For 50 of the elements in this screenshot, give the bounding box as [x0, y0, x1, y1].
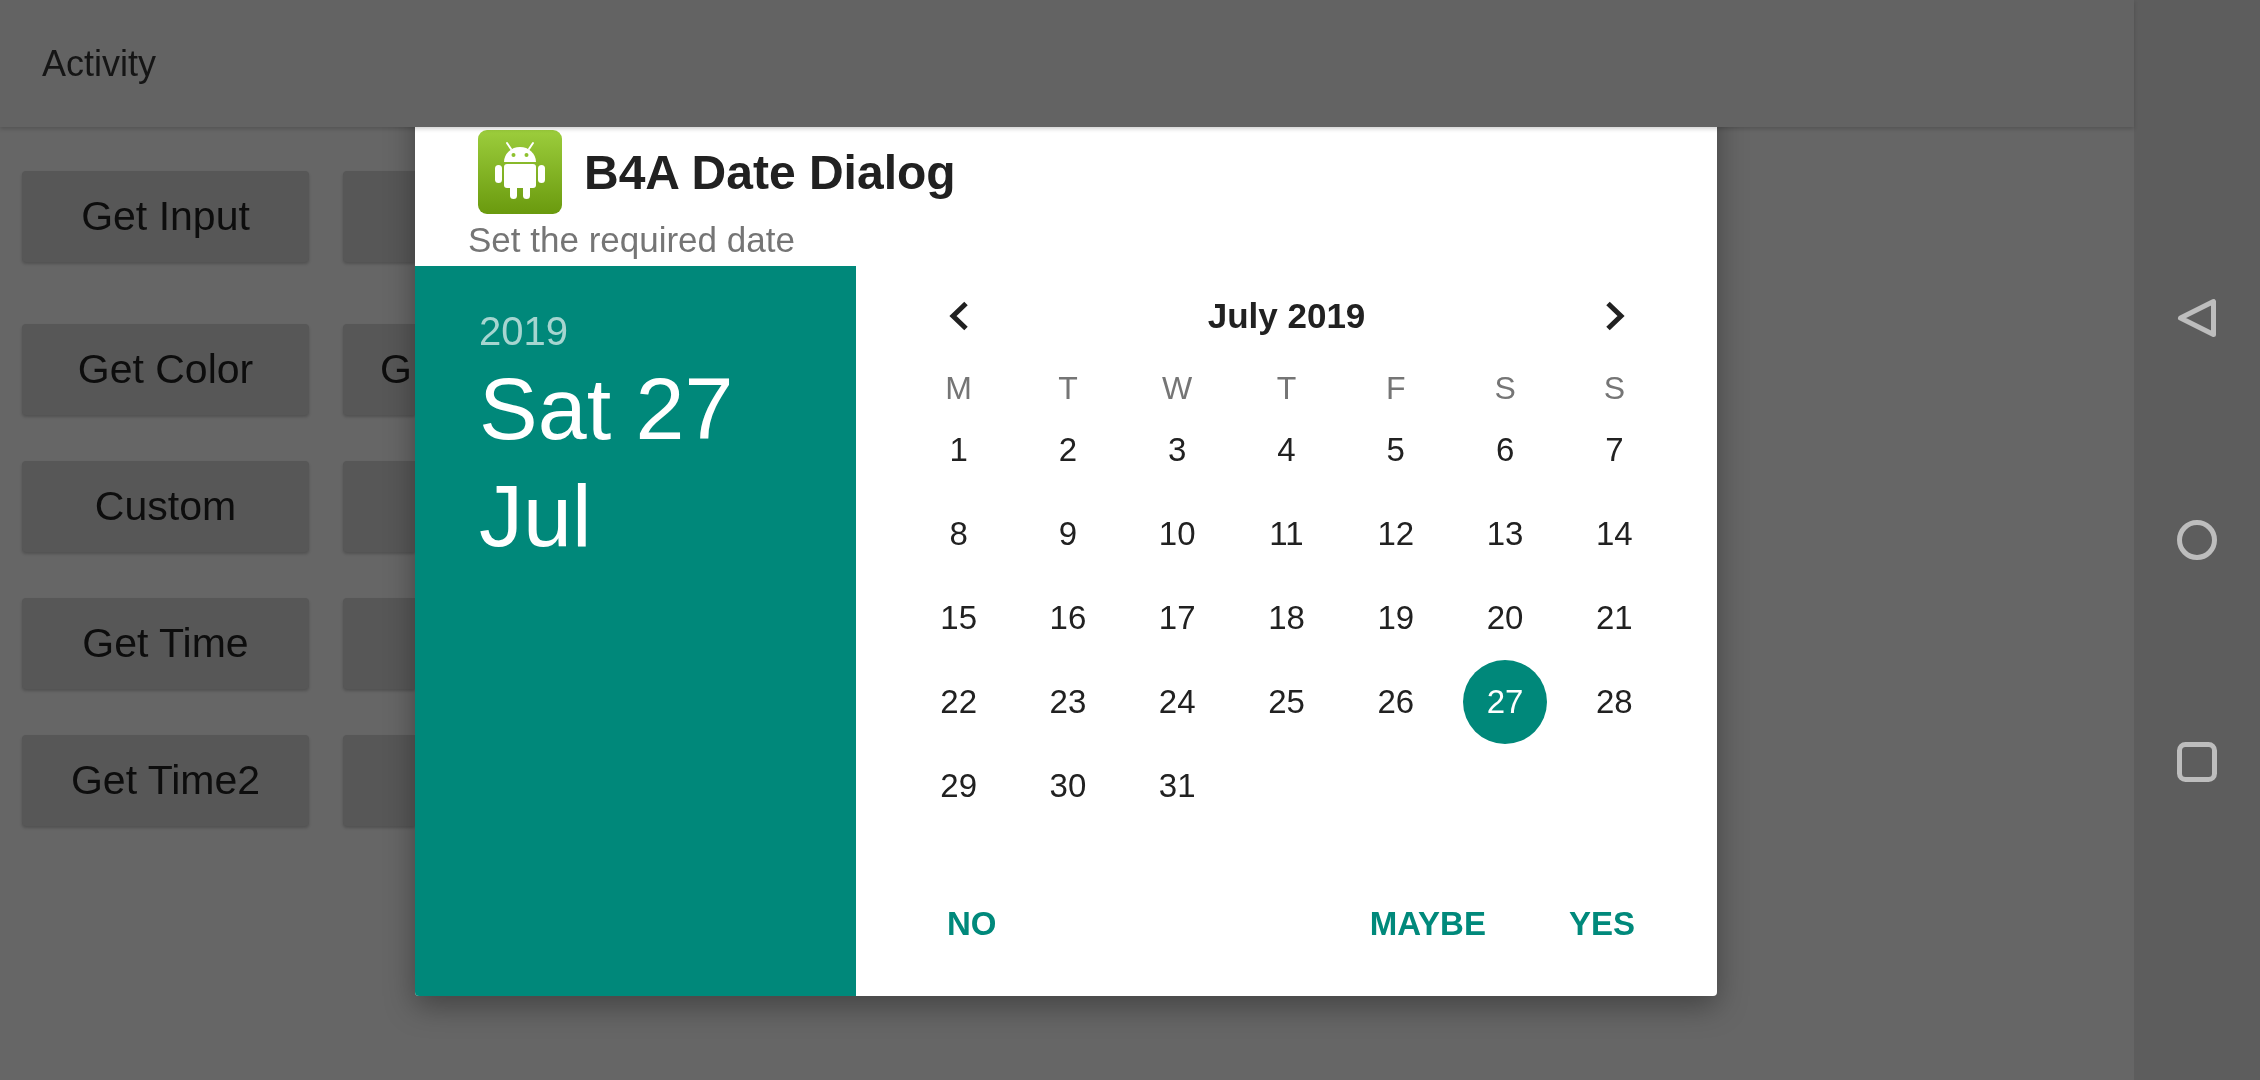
dialog-button[interactable]: MAYBE	[1349, 888, 1506, 960]
calendar-day[interactable]: 24	[1135, 660, 1220, 744]
calendar-day[interactable]: 19	[1353, 576, 1438, 660]
weekday-label: S	[1494, 369, 1516, 408]
calendar-day[interactable]: 11	[1244, 492, 1329, 576]
activity-title: Activity	[42, 42, 156, 85]
calendar-day[interactable]: 5	[1353, 408, 1438, 492]
calendar-day[interactable]: 31	[1135, 744, 1220, 828]
calendar-day[interactable]: 7	[1572, 408, 1657, 492]
calendar-day[interactable]: 21	[1572, 576, 1657, 660]
triangle-icon[interactable]	[2177, 298, 2217, 338]
dialog-subtitle: Set the required date	[467, 220, 795, 260]
weekday-label: W	[1162, 369, 1193, 408]
circle-icon[interactable]	[2177, 520, 2217, 560]
weekday-label: S	[1603, 369, 1625, 408]
calendar-day[interactable]: 10	[1135, 492, 1220, 576]
calendar-day[interactable]: 15	[916, 576, 1001, 660]
calendar-day[interactable]: 28	[1572, 660, 1657, 744]
calendar-day[interactable]: 26	[1353, 660, 1438, 744]
calendar-day[interactable]: 6	[1463, 408, 1548, 492]
selected-date: Sat 27 Jul	[479, 358, 735, 567]
calendar-day[interactable]: 13	[1463, 492, 1548, 576]
calendar-day[interactable]: 4	[1244, 408, 1329, 492]
calendar-day[interactable]: 18	[1244, 576, 1329, 660]
dialog-button[interactable]: NO	[927, 888, 1017, 960]
calendar-day[interactable]: 12	[1353, 492, 1438, 576]
calendar-day[interactable]: 8	[916, 492, 1001, 576]
calendar-day[interactable]: 3	[1135, 408, 1220, 492]
square-icon[interactable]	[2177, 742, 2217, 782]
month-title: July 2019	[1207, 296, 1366, 336]
calendar-day[interactable]: 23	[1025, 660, 1110, 744]
dialog-button[interactable]: YES	[1548, 888, 1655, 960]
calendar-day[interactable]: 29	[916, 744, 1001, 828]
calendar-day[interactable]: 27	[1463, 660, 1548, 744]
calendar-day[interactable]: 17	[1135, 576, 1220, 660]
calendar-day[interactable]: 25	[1244, 660, 1329, 744]
calendar-day[interactable]: 9	[1025, 492, 1110, 576]
dialog-title: B4A Date Dialog	[584, 144, 956, 200]
weekday-label: T	[1276, 369, 1297, 408]
calendar-day[interactable]: 30	[1025, 744, 1110, 828]
calendar-day[interactable]: 2	[1025, 408, 1110, 492]
calendar-day[interactable]: 16	[1025, 576, 1110, 660]
robot-icon	[478, 130, 562, 214]
calendar-day[interactable]: 20	[1463, 576, 1548, 660]
calendar-day[interactable]: 1	[916, 408, 1001, 492]
calendar-day[interactable]: 14	[1572, 492, 1657, 576]
calendar-day[interactable]: 22	[916, 660, 1001, 744]
weekday-label: T	[1058, 369, 1078, 408]
weekday-label: F	[1386, 369, 1406, 408]
weekday-label: M	[945, 369, 972, 408]
